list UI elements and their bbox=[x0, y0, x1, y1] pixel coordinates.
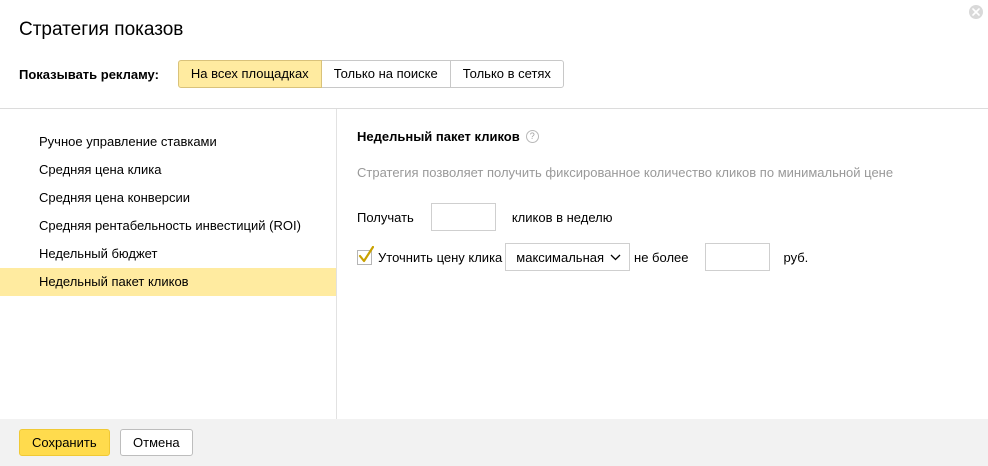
clicks-per-week-input[interactable] bbox=[430, 203, 496, 231]
dialog-title: Стратегия показов bbox=[19, 19, 184, 40]
strategy-settings-panel: Недельный пакет кликов ? Стратегия позво… bbox=[357, 126, 988, 271]
dialog-footer: Сохранить Отмена bbox=[0, 419, 988, 466]
get-label: Получать bbox=[357, 209, 414, 225]
clicks-row: Получать кликов в неделю bbox=[357, 203, 612, 231]
strategy-dialog: Стратегия показов Показывать рекламу: На… bbox=[0, 0, 988, 466]
checkmark-icon bbox=[358, 245, 374, 262]
chevron-down-icon bbox=[610, 254, 621, 260]
price-mode-select[interactable]: максимальная bbox=[505, 243, 631, 271]
strategy-item-weekly-budget[interactable]: Недельный бюджет bbox=[0, 240, 336, 268]
refine-price-checkbox[interactable] bbox=[357, 245, 374, 265]
cancel-button[interactable]: Отмена bbox=[120, 429, 193, 456]
strategy-description: Стратегия позволяет получить фиксированн… bbox=[357, 165, 894, 180]
show-ads-label: Показывать рекламу: bbox=[19, 66, 159, 82]
show-ads-option-networks[interactable]: Только в сетях bbox=[449, 60, 564, 88]
strategy-item-avg-cpa[interactable]: Средняя цена конверсии bbox=[0, 184, 336, 212]
sidebar-divider bbox=[336, 109, 337, 419]
not-more-label: не более bbox=[634, 249, 689, 265]
strategy-item-avg-cpc[interactable]: Средняя цена клика bbox=[0, 156, 336, 184]
price-row: Уточнить цену клика максимальная не боле… bbox=[357, 243, 808, 271]
show-ads-option-search[interactable]: Только на поиске bbox=[320, 60, 451, 88]
show-ads-row: Показывать рекламу: На всех площадках То… bbox=[19, 60, 564, 88]
strategy-item-weekly-clicks[interactable]: Недельный пакет кликов bbox=[0, 268, 336, 296]
strategy-item-roi[interactable]: Средняя рентабельность инвестиций (ROI) bbox=[0, 212, 336, 240]
max-price-input[interactable] bbox=[704, 243, 770, 271]
price-mode-value: максимальная bbox=[516, 249, 605, 265]
refine-price-label: Уточнить цену клика bbox=[378, 249, 503, 265]
save-button[interactable]: Сохранить bbox=[19, 429, 110, 456]
strategy-item-manual[interactable]: Ручное управление ставками bbox=[0, 128, 336, 156]
show-ads-segmented-control: На всех площадках Только на поиске Тольк… bbox=[177, 60, 564, 88]
section-title: Недельный пакет кликов ? bbox=[357, 126, 988, 146]
show-ads-option-all[interactable]: На всех площадках bbox=[177, 60, 322, 88]
close-button[interactable] bbox=[969, 5, 983, 19]
section-title-text: Недельный пакет кликов bbox=[357, 128, 520, 144]
strategy-list: Ручное управление ставками Средняя цена … bbox=[0, 128, 336, 296]
currency-label: руб. bbox=[783, 249, 809, 265]
clicks-suffix-label: кликов в неделю bbox=[511, 209, 613, 225]
help-icon[interactable]: ? bbox=[525, 129, 539, 143]
header-divider bbox=[0, 108, 988, 109]
close-icon bbox=[972, 8, 980, 16]
